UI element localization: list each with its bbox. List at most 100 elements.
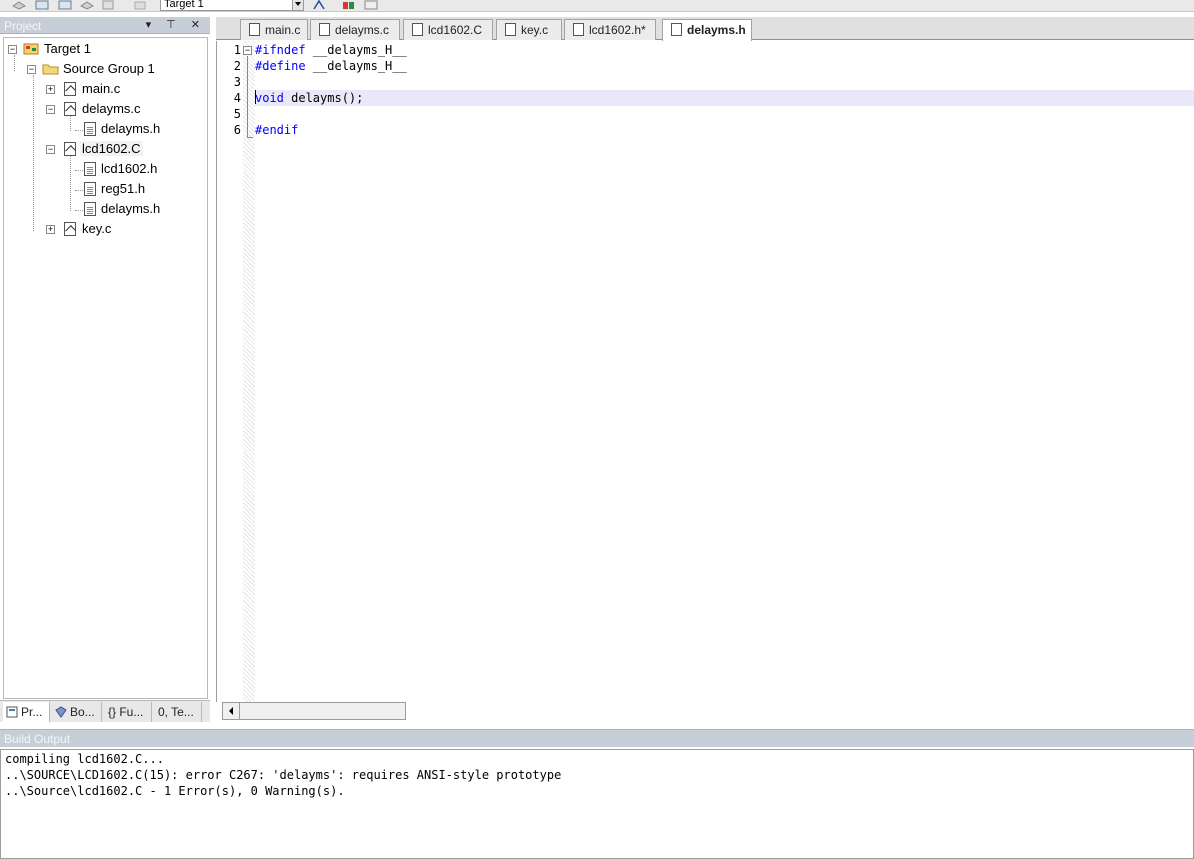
project-tree: − Target 1 − Source Group 1 + main.c − d… bbox=[3, 37, 208, 699]
code-text: __delayms_H__ bbox=[305, 43, 407, 57]
source-file-icon bbox=[64, 142, 76, 156]
line-number: 6 bbox=[233, 123, 241, 137]
download-icon[interactable] bbox=[133, 0, 147, 10]
panel-controls[interactable]: ▾ ⊤ ✕ bbox=[146, 18, 206, 31]
tree-item-reg51-h[interactable]: reg51.h bbox=[99, 180, 147, 198]
build-icon[interactable] bbox=[35, 0, 49, 10]
tree-item-main-c-label: main.c bbox=[82, 81, 121, 96]
editor-tabs: main.c delayms.c lcd1602.C key.c lcd1602… bbox=[216, 17, 1194, 41]
project-panel-title: Project bbox=[4, 19, 42, 33]
manage-components-icon[interactable] bbox=[342, 0, 356, 10]
line-number: 4 bbox=[233, 91, 241, 105]
select-packs-icon[interactable] bbox=[364, 0, 378, 10]
code-keyword: #define bbox=[255, 59, 306, 73]
build-output-title: Build Output bbox=[4, 732, 71, 746]
header-file-icon bbox=[671, 23, 682, 36]
tab-delayms-h-label: delayms.h bbox=[687, 23, 746, 37]
rebuild-icon[interactable] bbox=[58, 0, 72, 10]
target-icon bbox=[23, 42, 39, 56]
collapse-lcd1602-c-toggle[interactable]: − bbox=[46, 145, 55, 154]
tab-delayms-h[interactable]: delayms.h bbox=[662, 19, 752, 41]
tab-lcd1602-h[interactable]: lcd1602.h* bbox=[564, 19, 656, 40]
tree-connector bbox=[33, 75, 34, 231]
code-line[interactable] bbox=[255, 106, 1194, 122]
batch-build-icon[interactable] bbox=[80, 0, 94, 10]
expand-main-c-toggle[interactable]: + bbox=[46, 85, 55, 94]
project-panel-header: Project ▾ ⊤ ✕ bbox=[0, 17, 210, 34]
header-file-icon bbox=[84, 202, 96, 216]
tree-item-lcd-delayms-h[interactable]: delayms.h bbox=[99, 200, 162, 218]
code-editor[interactable]: 1 2 3 4 5 6 − #ifndef __delayms_H__ #def… bbox=[216, 41, 1194, 702]
source-file-icon bbox=[319, 23, 330, 36]
build-output-header: Build Output bbox=[0, 729, 1194, 747]
tab-books-label: Bo... bbox=[70, 705, 95, 719]
tree-item-delayms-h[interactable]: delayms.h bbox=[99, 120, 162, 138]
horizontal-scrollbar[interactable] bbox=[222, 702, 406, 720]
project-panel-tabs: Pr... Bo... {} Fu... 0, Te... bbox=[0, 700, 210, 722]
project-icon bbox=[6, 706, 18, 718]
stop-build-icon[interactable] bbox=[101, 0, 115, 10]
chevron-down-icon[interactable] bbox=[292, 0, 303, 10]
tree-connector bbox=[70, 155, 71, 211]
target-select-value: Target 1 bbox=[164, 0, 204, 10]
build-output-line: ..\SOURCE\LCD1602.C(15): error C267: 'de… bbox=[5, 768, 562, 782]
tree-item-target-label: Target 1 bbox=[44, 41, 91, 56]
target-select[interactable]: Target 1 bbox=[160, 0, 304, 11]
tree-item-main-c[interactable]: main.c bbox=[80, 80, 122, 98]
header-file-icon bbox=[84, 122, 96, 136]
code-text: delayms(); bbox=[283, 91, 364, 105]
expand-key-c-toggle[interactable]: + bbox=[46, 225, 55, 234]
tab-functions[interactable]: {} Fu... bbox=[104, 702, 152, 722]
tab-project-label: Pr... bbox=[21, 705, 43, 719]
tab-delayms-c-label: delayms.c bbox=[335, 23, 390, 37]
tree-item-lcd1602-h[interactable]: lcd1602.h bbox=[99, 160, 159, 178]
collapse-delayms-c-toggle[interactable]: − bbox=[46, 105, 55, 114]
build-output-panel[interactable]: compiling lcd1602.C... ..\SOURCE\LCD1602… bbox=[0, 749, 1194, 859]
code-line[interactable]: #ifndef __delayms_H__ bbox=[255, 42, 1194, 58]
fold-toggle[interactable]: − bbox=[243, 46, 252, 55]
fold-guide-end bbox=[247, 137, 253, 138]
code-line[interactable] bbox=[255, 74, 1194, 90]
toolbar: Target 1 bbox=[0, 0, 1194, 12]
code-line-current[interactable]: void delayms(); bbox=[255, 90, 1194, 106]
tree-item-key-c-label: key.c bbox=[82, 221, 112, 236]
target-options-icon[interactable] bbox=[312, 0, 326, 10]
code-text: __delayms_H__ bbox=[305, 59, 407, 73]
source-file-icon bbox=[64, 222, 76, 236]
code-line[interactable]: #define __delayms_H__ bbox=[255, 58, 1194, 74]
line-numbers: 1 2 3 4 5 6 bbox=[217, 41, 243, 702]
source-file-icon bbox=[64, 102, 76, 116]
tab-templates[interactable]: 0, Te... bbox=[154, 702, 202, 722]
header-file-icon bbox=[84, 182, 96, 196]
tab-main-c[interactable]: main.c bbox=[240, 19, 308, 40]
fold-guide bbox=[247, 56, 248, 138]
tab-books[interactable]: Bo... bbox=[52, 702, 102, 722]
source-file-icon bbox=[412, 23, 423, 36]
tree-item-key-c[interactable]: key.c bbox=[80, 220, 113, 238]
tree-item-lcd1602-c-label: lcd1602.C bbox=[80, 141, 143, 156]
tree-item-source-group[interactable]: Source Group 1 bbox=[61, 60, 157, 78]
code-keyword: #ifndef bbox=[255, 43, 306, 57]
tab-lcd1602-h-label: lcd1602.h* bbox=[589, 23, 646, 37]
tree-item-lcd1602-c[interactable]: lcd1602.C bbox=[80, 140, 143, 158]
header-file-icon bbox=[573, 23, 584, 36]
scroll-left-icon[interactable] bbox=[223, 703, 240, 719]
tab-key-c[interactable]: key.c bbox=[496, 19, 562, 40]
collapse-target-toggle[interactable]: − bbox=[8, 45, 17, 54]
tree-item-delayms-c[interactable]: delayms.c bbox=[80, 100, 143, 118]
tree-item-delayms-c-label: delayms.c bbox=[82, 101, 141, 116]
tree-item-delayms-h-label: delayms.h bbox=[101, 121, 161, 136]
collapse-group-toggle[interactable]: − bbox=[27, 65, 36, 74]
tab-key-c-label: key.c bbox=[521, 23, 549, 37]
code-line[interactable]: #endif bbox=[255, 122, 1194, 138]
tab-lcd1602-c[interactable]: lcd1602.C bbox=[403, 19, 493, 40]
tab-delayms-c[interactable]: delayms.c bbox=[310, 19, 400, 40]
tab-project[interactable]: Pr... bbox=[3, 702, 50, 722]
translate-icon[interactable] bbox=[12, 0, 26, 10]
build-output-line: ..\Source\lcd1602.C - 1 Error(s), 0 Warn… bbox=[5, 784, 345, 798]
text-caret bbox=[255, 90, 256, 104]
source-file-icon bbox=[64, 82, 76, 96]
tree-item-target[interactable]: Target 1 bbox=[42, 40, 93, 58]
tree-connector bbox=[70, 115, 71, 131]
header-file-icon bbox=[84, 162, 96, 176]
